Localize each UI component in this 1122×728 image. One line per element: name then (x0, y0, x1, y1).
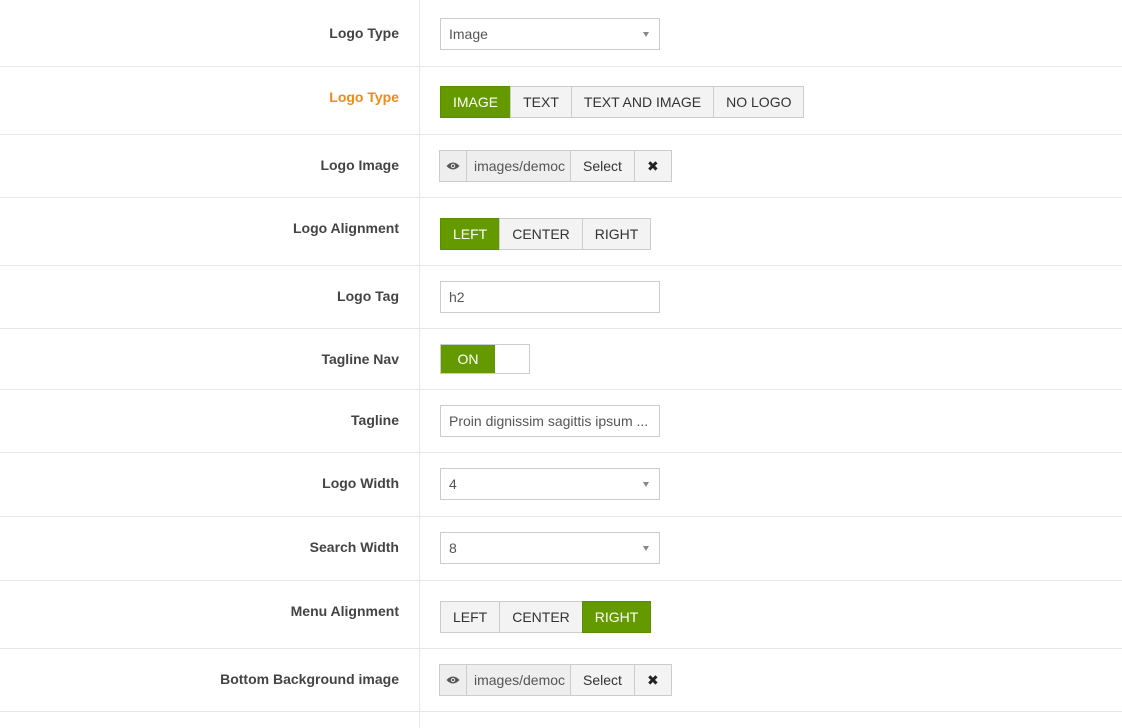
field-label: Tagline (351, 412, 399, 428)
select-value: 4 (449, 476, 457, 492)
caret-down-icon (643, 32, 649, 37)
bottom-background-media-field: images/democ Select ✖ (439, 664, 672, 696)
logo-image-path-input[interactable]: images/democ (467, 150, 571, 182)
close-icon[interactable]: ✖ (634, 664, 672, 696)
close-icon[interactable]: ✖ (634, 150, 672, 182)
field-label: Logo Width (322, 475, 399, 491)
logo-alignment-button-group: LEFT CENTER RIGHT (440, 218, 652, 250)
logo-type-select[interactable]: Image (440, 18, 660, 50)
menu-alignment-left-button[interactable]: LEFT (440, 601, 501, 633)
select-value: 8 (449, 540, 457, 556)
search-width-select[interactable]: 8 (440, 532, 660, 564)
field-label: Logo Alignment (292, 220, 399, 236)
logo-tag-input[interactable]: h2 (440, 281, 660, 313)
field-label: Bottom Background image (220, 671, 399, 687)
logo-type-text-button[interactable]: TEXT (510, 86, 572, 118)
eye-icon[interactable] (439, 150, 467, 182)
row-menu-alignment: Menu Alignment LEFT CENTER RIGHT (0, 581, 1122, 649)
tagline-nav-toggle[interactable]: ON (440, 344, 530, 374)
row-search-width: Search Width 8 (0, 517, 1122, 581)
logo-type-image-button[interactable]: IMAGE (440, 86, 512, 118)
logo-type-button-group: IMAGE TEXT TEXT AND IMAGE NO LOGO (440, 86, 805, 118)
menu-alignment-center-button[interactable]: CENTER (499, 601, 583, 633)
menu-alignment-button-group: LEFT CENTER RIGHT (440, 601, 652, 633)
caret-down-icon (643, 546, 649, 551)
field-label: Logo Tag (337, 288, 399, 304)
toggle-on-label: ON (441, 345, 495, 373)
field-label: Menu Alignment (290, 603, 399, 619)
caret-down-icon (643, 482, 649, 487)
logo-alignment-left-button[interactable]: LEFT (440, 218, 501, 250)
logo-alignment-right-button[interactable]: RIGHT (581, 218, 652, 250)
select-value: Image (449, 26, 488, 42)
logo-image-media-field: images/democ Select ✖ (439, 150, 672, 182)
menu-alignment-right-button[interactable]: RIGHT (581, 601, 652, 633)
tagline-input[interactable]: Proin dignissim sagittis ipsum ... (440, 405, 660, 437)
logo-alignment-center-button[interactable]: CENTER (499, 218, 583, 250)
row-logo-type-select: Logo Type Image (0, 0, 1122, 67)
logo-image-select-button[interactable]: Select (571, 150, 635, 182)
field-label: Logo Type (329, 89, 399, 105)
field-label: Search Width (309, 539, 399, 555)
row-logo-tag: Logo Tag h2 (0, 266, 1122, 329)
row-logo-alignment: Logo Alignment LEFT CENTER RIGHT (0, 198, 1122, 266)
field-label: Logo Type (329, 25, 399, 41)
field-label: Logo Image (320, 157, 399, 173)
settings-form: Logo Type Image Logo Type IMAGE TEXT TEX… (0, 0, 1122, 728)
row-tagline: Tagline Proin dignissim sagittis ipsum .… (0, 390, 1122, 453)
row-logo-width: Logo Width 4 (0, 453, 1122, 517)
row-logo-image: Logo Image images/democ Select ✖ (0, 135, 1122, 198)
logo-width-select[interactable]: 4 (440, 468, 660, 500)
logo-type-no-logo-button[interactable]: NO LOGO (713, 86, 805, 118)
row-tagline-nav: Tagline Nav ON (0, 329, 1122, 390)
logo-type-text-and-image-button[interactable]: TEXT AND IMAGE (570, 86, 715, 118)
row-logo-type-buttons: Logo Type IMAGE TEXT TEXT AND IMAGE NO L… (0, 67, 1122, 135)
bottom-background-select-button[interactable]: Select (571, 664, 635, 696)
toggle-off-area (495, 345, 529, 373)
eye-icon[interactable] (439, 664, 467, 696)
bottom-background-path-input[interactable]: images/democ (467, 664, 571, 696)
field-label: Tagline Nav (321, 351, 399, 367)
row-bottom-background-image: Bottom Background image images/democ Sel… (0, 649, 1122, 712)
